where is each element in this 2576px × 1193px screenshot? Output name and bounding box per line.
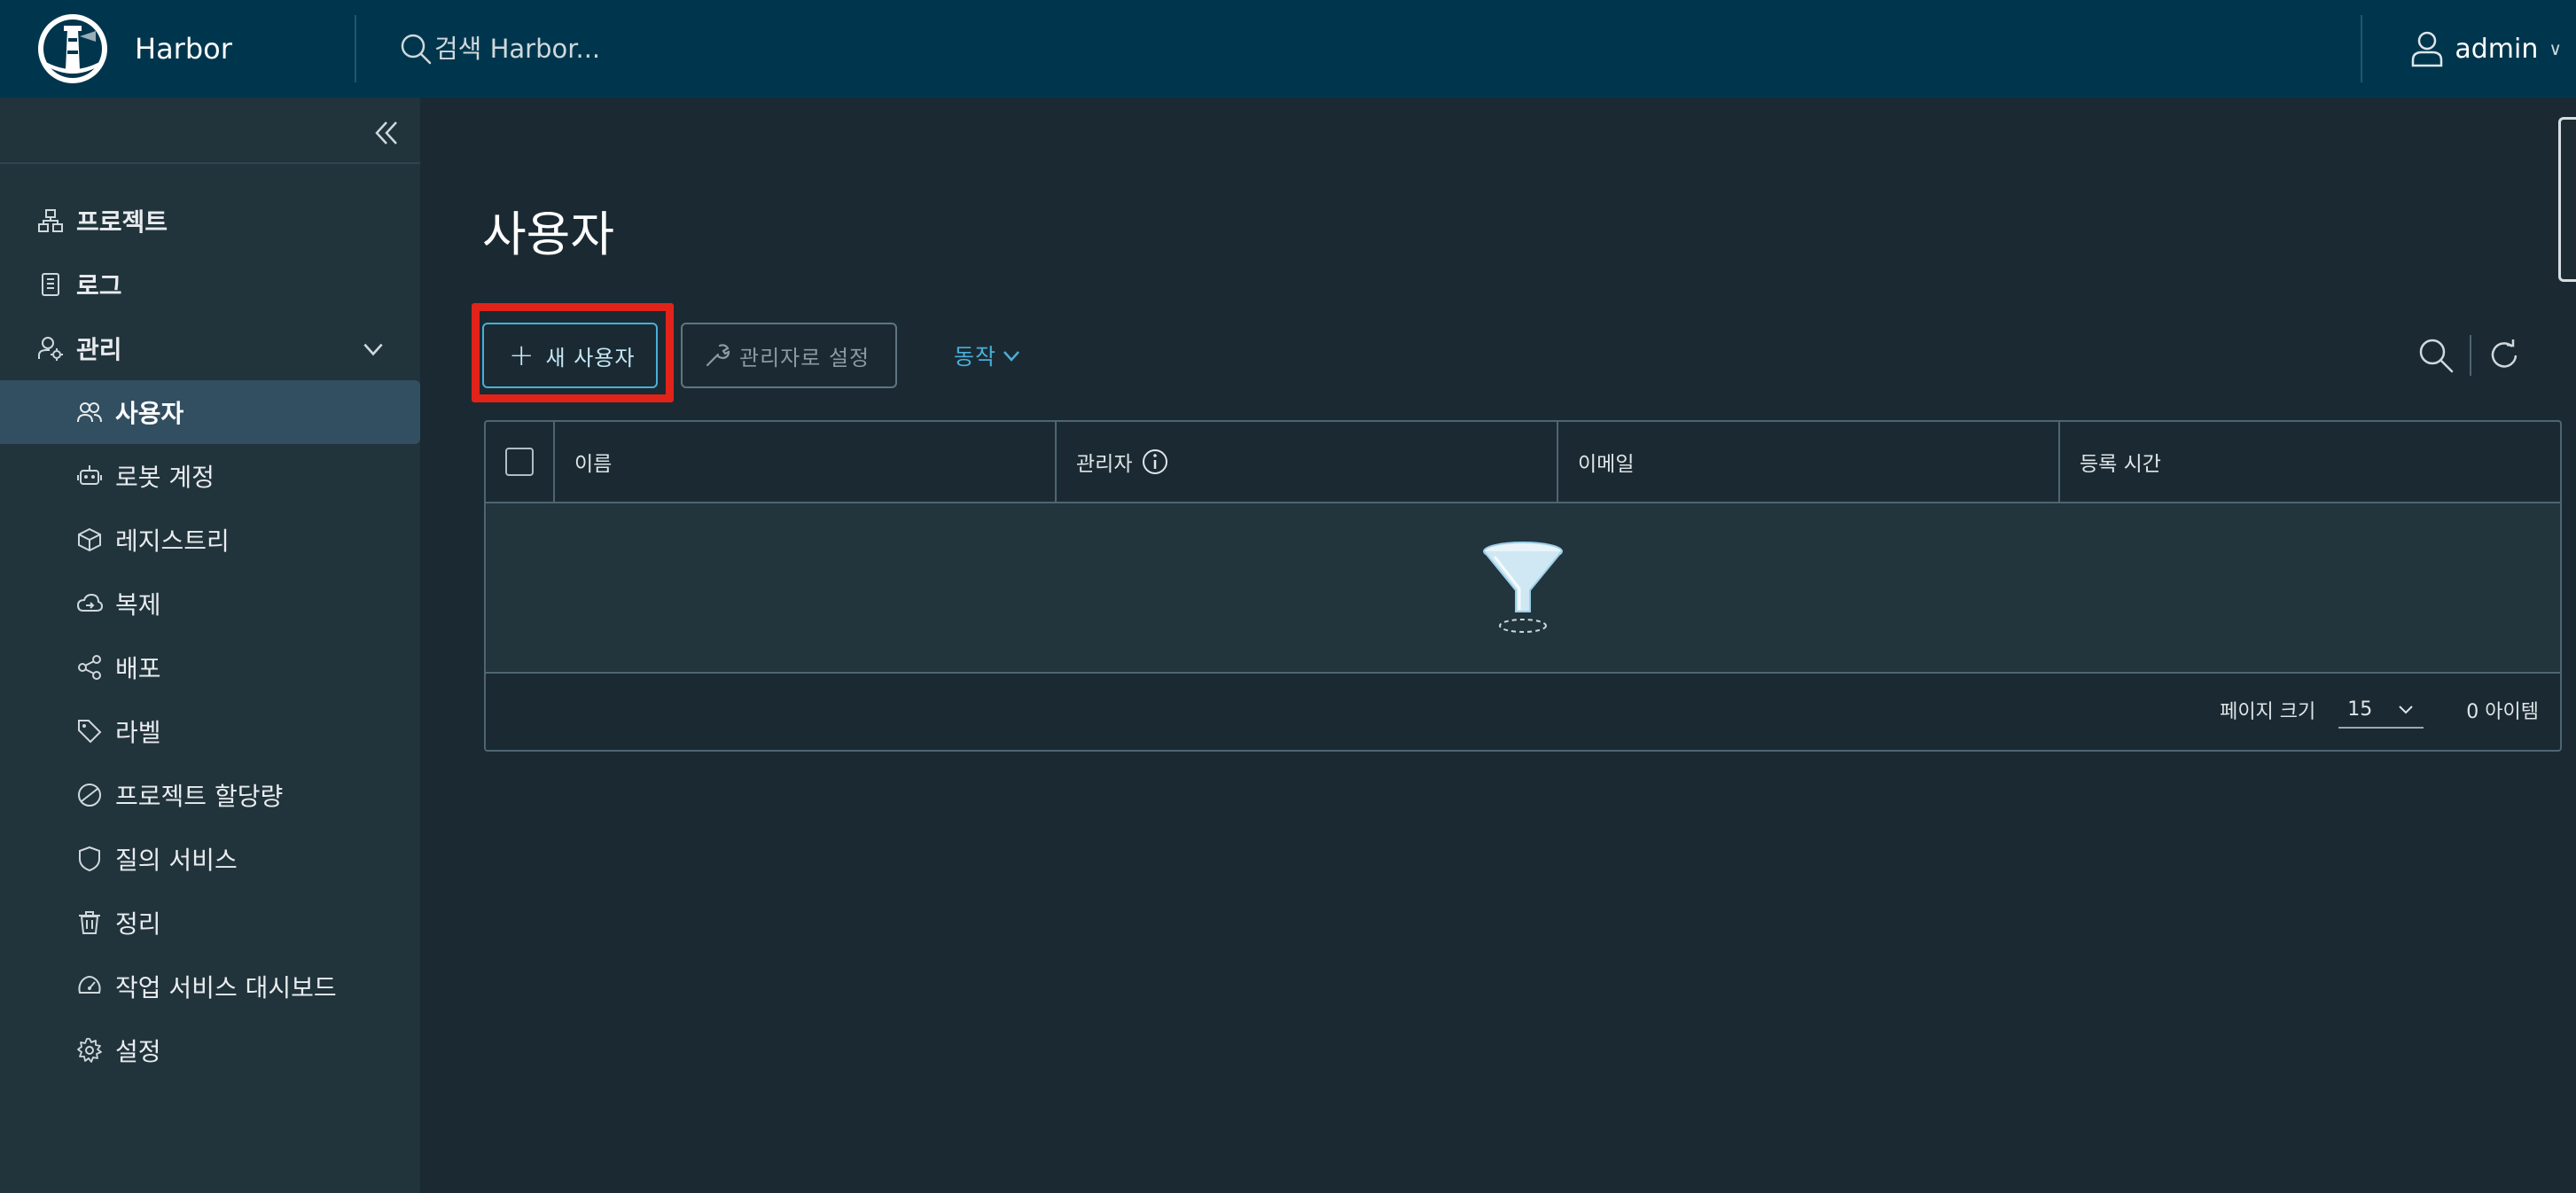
user-menu[interactable]: admin ∨ xyxy=(2362,0,2576,97)
replication-icon xyxy=(76,593,103,612)
sidebar-item-label: 레지스트리 xyxy=(115,526,230,556)
sidebar-item-label: 작업 서비스 대시보드 xyxy=(115,973,337,1002)
action-dropdown[interactable]: 동작 xyxy=(927,323,1042,388)
chevron-down-icon xyxy=(2399,706,2413,714)
sidebar-item-label: 복제 xyxy=(115,590,161,620)
sidebar-item-clean-up[interactable]: 정리 xyxy=(0,891,420,955)
grid-tools xyxy=(2416,323,2525,388)
user-icon xyxy=(2412,31,2443,67)
logs-icon xyxy=(42,273,59,296)
column-name[interactable]: 이름 xyxy=(555,421,1057,503)
info-icon[interactable] xyxy=(1141,448,1169,476)
sidebar-item-users[interactable]: 사용자 xyxy=(0,380,420,444)
wrench-icon xyxy=(706,344,730,367)
page-size-label: 페이지 크기 xyxy=(2220,701,2316,723)
tool-divider xyxy=(2470,335,2471,376)
total-items: 0 아이템 xyxy=(2466,701,2539,723)
column-label: 이메일 xyxy=(1578,453,1635,476)
toolbar: + 새 사용자 관리자로 설정 동작 xyxy=(482,323,1042,388)
column-email[interactable]: 이메일 xyxy=(1558,421,2060,503)
new-user-button[interactable]: + 새 사용자 xyxy=(482,323,658,388)
registry-icon xyxy=(78,527,101,552)
sidebar-item-admin[interactable]: 관리 xyxy=(0,316,420,380)
cleanup-icon xyxy=(79,911,100,934)
refresh-icon[interactable] xyxy=(2486,336,2525,375)
sidebar-item-project-quotas[interactable]: 프로젝트 할당량 xyxy=(0,763,420,827)
sidebar-item-robot-accounts[interactable]: 로봇 계정 xyxy=(0,444,420,508)
sidebar-item-label: 질의 서비스 xyxy=(115,846,238,875)
label-icon xyxy=(78,720,102,744)
sidebar-item-label: 프로젝트 xyxy=(76,207,168,237)
quota-icon xyxy=(78,784,101,807)
gear-icon xyxy=(77,1038,102,1063)
sidebar-item-label: 정리 xyxy=(115,909,161,939)
page-size-value: 15 xyxy=(2347,698,2373,721)
sidebar-item-configuration[interactable]: 설정 xyxy=(0,1018,420,1082)
sidebar-item-label: 로그 xyxy=(76,271,122,300)
new-user-label: 새 사용자 xyxy=(545,345,636,370)
sidebar-item-replication[interactable]: 복제 xyxy=(0,572,420,635)
sidebar-divider xyxy=(0,162,420,164)
robot-icon xyxy=(77,465,102,485)
select-all-checkbox[interactable] xyxy=(505,448,534,476)
brand-name: Harbor xyxy=(135,32,232,66)
sidebar-nav: 프로젝트 로그 관리 사용자 로봇 계정 레지스트리 복제 배포 라벨 프로젝트… xyxy=(0,189,420,1082)
sidebar-item-label: 설정 xyxy=(115,1037,161,1066)
search-icon xyxy=(401,34,432,65)
brand[interactable]: Harbor xyxy=(0,12,355,86)
projects-icon xyxy=(38,209,63,232)
sidebar-item-projects[interactable]: 프로젝트 xyxy=(0,189,420,253)
harbor-logo-icon xyxy=(38,14,107,83)
dashboard-icon xyxy=(78,975,101,994)
sidebar-item-interrogation-services[interactable]: 질의 서비스 xyxy=(0,827,420,891)
empty-filter-icon xyxy=(1483,542,1563,633)
search-input[interactable] xyxy=(434,34,966,64)
set-as-admin-button[interactable]: 관리자로 설정 xyxy=(681,323,897,388)
column-label: 등록 시간 xyxy=(2080,453,2161,476)
plus-icon: + xyxy=(509,338,535,373)
sidebar-item-label: 배포 xyxy=(115,654,161,683)
users-datagrid: 이름 관리자 이메일 등록 시간 페이지 크기 15 0 아이템 xyxy=(484,420,2562,752)
empty-placeholder xyxy=(486,503,2560,674)
sidebar-item-label: 사용자 xyxy=(115,399,184,428)
column-label: 이름 xyxy=(574,453,613,476)
admin-icon xyxy=(38,337,63,361)
main-content: 사용자 + 새 사용자 관리자로 설정 동작 이름 관리자 이메일 등록 시간 … xyxy=(420,97,2576,1193)
table-footer: 페이지 크기 15 0 아이템 xyxy=(486,674,2560,746)
users-icon xyxy=(77,402,102,423)
select-all-cell xyxy=(486,421,555,503)
sidebar-item-label: 프로젝트 할당량 xyxy=(115,782,284,811)
global-search[interactable] xyxy=(399,22,1019,75)
sidebar-item-job-service-dashboard[interactable]: 작업 서비스 대시보드 xyxy=(0,955,420,1018)
sidebar-item-distribution[interactable]: 배포 xyxy=(0,635,420,699)
column-label: 관리자 xyxy=(1076,453,1133,476)
header-right: admin ∨ xyxy=(2361,0,2576,97)
page-title: 사용자 xyxy=(482,207,615,262)
header-divider xyxy=(355,15,356,82)
sidebar: 프로젝트 로그 관리 사용자 로봇 계정 레지스트리 복제 배포 라벨 프로젝트… xyxy=(0,97,420,1193)
table-header: 이름 관리자 이메일 등록 시간 xyxy=(486,421,2560,503)
page-size-select[interactable]: 15 xyxy=(2338,691,2424,729)
column-admin[interactable]: 관리자 xyxy=(1057,421,1558,503)
sidebar-item-labels[interactable]: 라벨 xyxy=(0,699,420,763)
action-label: 동작 xyxy=(954,344,997,370)
sidebar-item-logs[interactable]: 로그 xyxy=(0,253,420,316)
interrogation-icon xyxy=(79,846,100,872)
column-registration-time[interactable]: 등록 시간 xyxy=(2060,421,2560,503)
distribution-icon xyxy=(78,655,101,680)
chevron-down-icon xyxy=(1003,351,1019,362)
sidebar-item-label: 로봇 계정 xyxy=(115,463,215,492)
top-header: Harbor admin ∨ xyxy=(0,0,2576,97)
sidebar-item-label: 관리 xyxy=(76,335,122,364)
set-as-admin-label: 관리자로 설정 xyxy=(739,345,870,370)
username: admin xyxy=(2455,33,2539,65)
chevron-down-icon[interactable] xyxy=(360,336,386,363)
floating-side-tab[interactable] xyxy=(2558,117,2576,282)
search-icon[interactable] xyxy=(2416,336,2455,375)
sidebar-item-registries[interactable]: 레지스트리 xyxy=(0,508,420,572)
sidebar-item-label: 라벨 xyxy=(115,718,161,747)
collapse-sidebar-icon[interactable] xyxy=(369,115,404,151)
chevron-down-icon: ∨ xyxy=(2549,38,2562,59)
